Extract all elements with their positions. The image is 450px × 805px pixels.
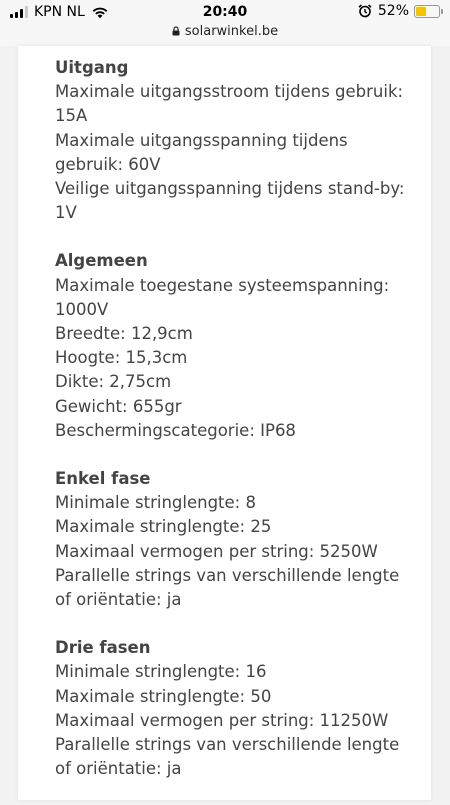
lock-icon xyxy=(172,26,180,36)
address-bar[interactable]: solarwinkel.be xyxy=(0,24,450,39)
spec-line: Breedte: 12,9cm xyxy=(55,324,193,344)
spec-line: Hoogte: 15,3cm xyxy=(55,348,188,368)
section-title: Drie fasen xyxy=(55,638,151,658)
spec-line: Beschermingscategorie: IP68 xyxy=(55,420,296,440)
spec-line: Parallelle strings van verschillende len… xyxy=(55,565,400,610)
spec-section: Algemeen Maximale toegestane systeemspann… xyxy=(55,249,415,443)
alarm-clock-icon xyxy=(358,4,372,18)
section-title: Enkel fase xyxy=(55,469,151,489)
spec-line: Parallelle strings van verschillende len… xyxy=(55,735,400,779)
spec-line: Maximaal vermogen per string: 11250W xyxy=(55,710,389,730)
spec-line: Minimale stringlengte: 16 xyxy=(55,662,267,682)
spec-line: Gewicht: 655gr xyxy=(55,396,182,416)
spec-line: Minimale stringlengte: 8 xyxy=(55,493,256,513)
spec-line: Maximale uitgangsstroom tijdens gebruik:… xyxy=(55,82,404,126)
spec-line: Maximale toegestane systeemspanning: 100… xyxy=(55,275,390,319)
spec-line: Veilige uitgangsspanning tijdens stand-b… xyxy=(55,179,405,223)
section-title: Algemeen xyxy=(55,251,148,271)
status-right: 52% xyxy=(358,3,443,19)
spec-content: Uitgang Maximale uitgangsstroom tijdens g… xyxy=(55,56,415,805)
spec-line: Maximale uitgangsspanning tijdens gebrui… xyxy=(55,130,348,174)
section-title: Uitgang xyxy=(55,58,129,77)
spec-line: Dikte: 2,75cm xyxy=(55,372,172,392)
battery-percent: 52% xyxy=(377,3,409,19)
status-bar: KPN NL 20:40 52% solarwinkel.be xyxy=(0,0,450,46)
battery-level-fill xyxy=(416,6,427,16)
spec-line: Maximale stringlengte: 25 xyxy=(55,517,272,537)
spec-section: Enkel fase Minimale stringlengte: 8 Maxima… xyxy=(55,467,415,612)
battery-icon xyxy=(414,4,443,18)
spec-line: Maximaal vermogen per string: 5250W xyxy=(55,541,378,561)
spec-line: Maximale stringlengte: 50 xyxy=(55,686,272,706)
url-text: solarwinkel.be xyxy=(184,24,279,39)
spec-section: Drie fasen Minimale stringlengte: 16 Maxim… xyxy=(55,636,415,781)
spec-section: Uitgang Maximale uitgangsstroom tijdens g… xyxy=(55,56,415,225)
